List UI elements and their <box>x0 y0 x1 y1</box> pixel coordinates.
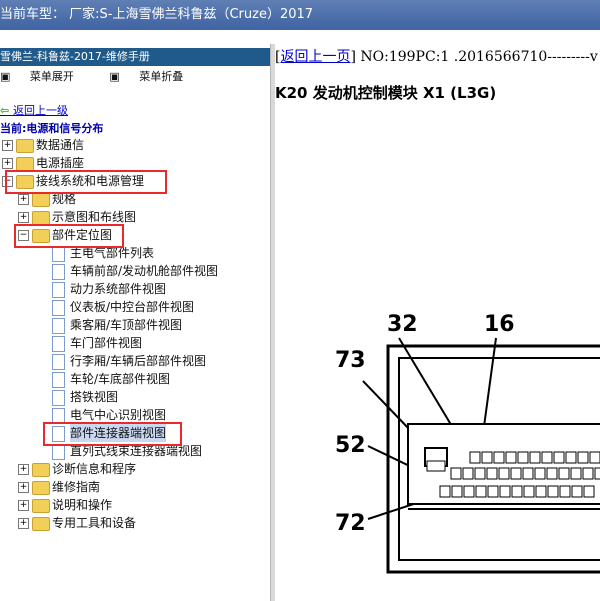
folder-icon <box>32 193 50 207</box>
expand-icon[interactable]: + <box>2 158 13 169</box>
highlight-box <box>5 170 167 194</box>
document-icon <box>52 300 65 316</box>
content-pane: [返回上一页] NO:199PC:1 .2016566710---------v… <box>275 44 600 601</box>
folder-icon <box>16 139 34 153</box>
window-title: 当前车型： 厂家:S-上海雪佛兰科鲁兹（Cruze）2017 <box>0 7 314 22</box>
document-icon <box>52 354 65 370</box>
content-nav: [返回上一页] NO:199PC:1 .2016566710---------v <box>275 49 598 65</box>
document-icon <box>52 282 65 298</box>
back-link[interactable]: ⇦ 返回上一级 <box>0 102 68 118</box>
folder-icon <box>32 481 50 495</box>
sidebar-toolbar: ▣ 菜单展开 ▣ 菜单折叠 <box>0 68 215 86</box>
window-title-bar: 当前车型： 厂家:S-上海雪佛兰科鲁兹（Cruze）2017 <box>0 0 600 30</box>
menu-expand-button[interactable]: ▣ 菜单展开 <box>0 70 90 83</box>
folder-icon <box>32 211 50 225</box>
expand-icon[interactable]: + <box>18 482 29 493</box>
expand-icon[interactable]: + <box>2 140 13 151</box>
expand-icon: ▣ <box>0 70 14 83</box>
highlight-box <box>14 224 124 248</box>
document-icon <box>52 444 65 460</box>
document-icon <box>52 390 65 406</box>
callout-73: 73 <box>335 348 366 373</box>
pin-row-middle <box>450 467 600 480</box>
expand-icon[interactable]: + <box>18 464 29 475</box>
expand-icon[interactable]: + <box>18 212 29 223</box>
collapse-icon: ▣ <box>109 70 124 83</box>
folder-icon <box>32 463 50 477</box>
connector-diagram: 32 16 73 52 72 <box>335 312 600 574</box>
current-location: 当前:电源和信号分布 <box>0 122 104 135</box>
callout-32: 32 <box>387 312 418 337</box>
document-icon <box>52 336 65 352</box>
sidebar-header: 雪佛兰-科鲁兹-2017-维修手册 <box>0 48 270 66</box>
folder-icon <box>32 499 50 513</box>
expand-icon[interactable]: + <box>18 500 29 511</box>
document-icon <box>52 264 65 280</box>
expand-icon[interactable]: + <box>18 518 29 529</box>
folder-icon <box>32 517 50 531</box>
callout-72: 72 <box>335 511 366 536</box>
folder-icon <box>16 157 34 171</box>
document-icon <box>52 318 65 334</box>
back-arrow-icon: ⇦ <box>0 104 14 117</box>
callout-52: 52 <box>335 433 366 458</box>
sidebar: 雪佛兰-科鲁兹-2017-维修手册 ▣ 菜单展开 ▣ 菜单折叠 ⇦ 返回上一级 … <box>0 44 270 601</box>
callout-16: 16 <box>484 312 515 337</box>
highlight-box <box>43 422 182 446</box>
pin-row-top <box>469 451 600 464</box>
expand-icon[interactable]: + <box>18 194 29 205</box>
document-icon <box>52 246 65 262</box>
document-number: NO:199PC:1 .2016566710---------v <box>360 49 598 65</box>
back-page-link[interactable]: 返回上一页 <box>280 49 350 65</box>
menu-collapse-button[interactable]: ▣ 菜单折叠 <box>109 70 199 83</box>
document-icon <box>52 372 65 388</box>
